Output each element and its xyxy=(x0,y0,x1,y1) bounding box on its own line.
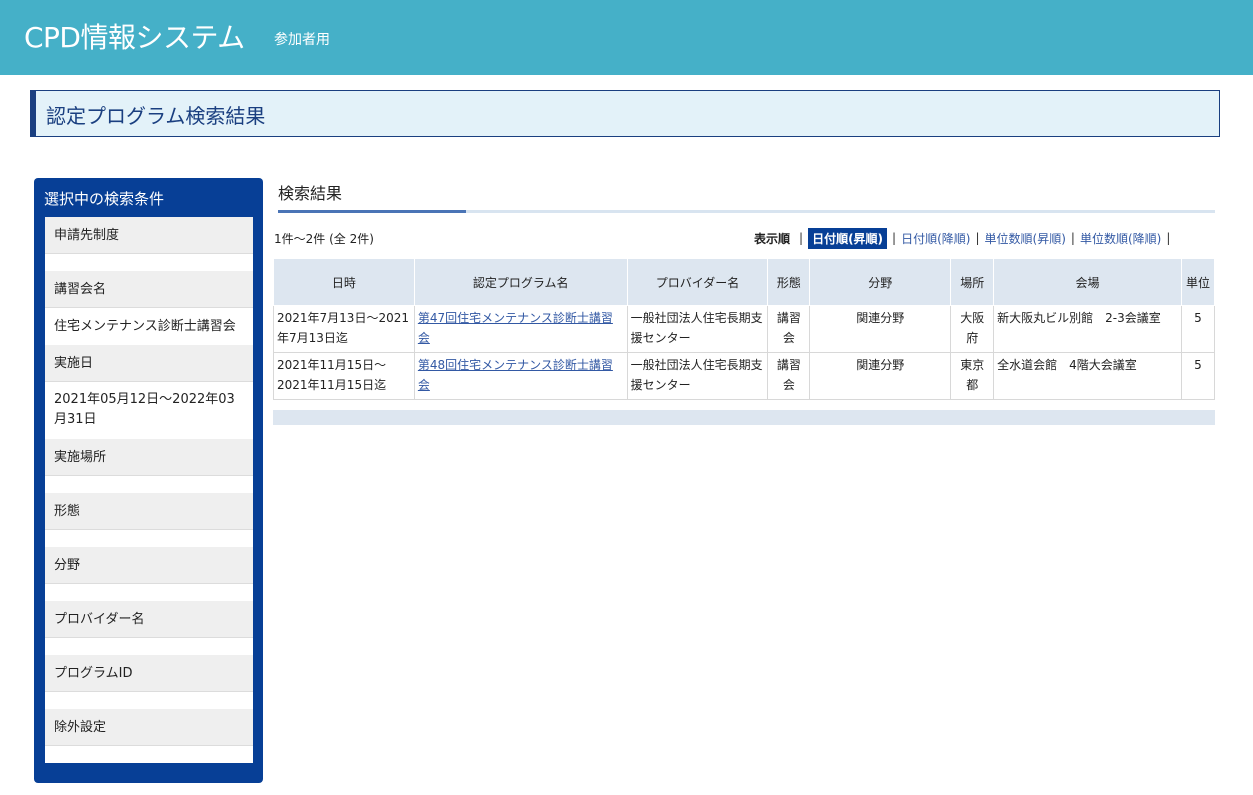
cell-field: 関連分野 xyxy=(809,305,952,353)
page-heading-box: 認定プログラム検索結果 xyxy=(30,90,1220,137)
cell-form: 講習会 xyxy=(767,305,811,353)
sort-units-asc[interactable]: 単位数順(昇順) xyxy=(985,230,1066,247)
condition-value-system xyxy=(45,254,253,271)
results-table: 日時 認定プログラム名 プロバイダー名 形態 分野 場所 会場 単位 2021年… xyxy=(273,258,1216,400)
condition-label-course-name: 講習会名 xyxy=(45,271,253,308)
condition-value-field xyxy=(45,584,253,601)
table-row: 2021年11月15日～2021年11月15日迄 第48回住宅メンテナンス診断士… xyxy=(273,352,1216,400)
sort-date-asc[interactable]: 日付順(昇順) xyxy=(808,227,888,249)
col-provider[interactable]: プロバイダー名 xyxy=(626,258,769,306)
program-link[interactable]: 第48回住宅メンテナンス診断士講習会 xyxy=(418,358,613,392)
col-venue[interactable]: 会場 xyxy=(993,258,1182,306)
col-place[interactable]: 場所 xyxy=(950,258,995,306)
condition-value-exclusion xyxy=(45,746,253,763)
separator: | xyxy=(892,231,897,245)
cell-provider: 一般社団法人住宅長期支援センター xyxy=(626,352,769,400)
search-conditions-title: 選択中の検索条件 xyxy=(44,190,165,208)
sort-bar: 表示順 | 日付順(昇順) | 日付順(降順) | 単位数順(昇順) | 単位数… xyxy=(754,227,1175,249)
app-title: CPD情報システム xyxy=(24,21,245,54)
condition-label-location: 実施場所 xyxy=(45,439,253,476)
cell-provider: 一般社団法人住宅長期支援センター xyxy=(626,305,769,353)
condition-value-provider xyxy=(45,638,253,655)
condition-label-date: 実施日 xyxy=(45,345,253,382)
condition-label-system: 申請先制度 xyxy=(45,217,253,254)
sort-date-desc[interactable]: 日付順(降順) xyxy=(901,230,970,247)
separator: | xyxy=(1070,231,1075,245)
col-date[interactable]: 日時 xyxy=(273,258,415,306)
sort-units-desc[interactable]: 単位数順(降順) xyxy=(1080,230,1161,247)
condition-label-field: 分野 xyxy=(45,547,253,584)
separator: | xyxy=(1166,231,1171,245)
cell-program: 第48回住宅メンテナンス診断士講習会 xyxy=(413,352,628,400)
cell-date: 2021年11月15日～2021年11月15日迄 xyxy=(273,352,415,400)
col-field[interactable]: 分野 xyxy=(809,258,952,306)
sort-label: 表示順 xyxy=(754,231,791,246)
condition-value-date: 2021年05月12日～2022年03月31日 xyxy=(45,382,253,439)
condition-label-exclusion: 除外設定 xyxy=(45,709,253,746)
cell-field: 関連分野 xyxy=(809,352,952,400)
cell-venue: 全水道会館 4階大会議室 xyxy=(993,352,1182,400)
cell-program: 第47回住宅メンテナンス診断士講習会 xyxy=(413,305,628,353)
page-title: 認定プログラム検索結果 xyxy=(46,104,266,128)
cell-place: 大阪府 xyxy=(950,305,995,353)
app-subtitle: 参加者用 xyxy=(274,32,330,48)
cell-units: 5 xyxy=(1180,305,1216,353)
cell-place: 東京都 xyxy=(950,352,995,400)
separator: | xyxy=(799,231,804,245)
col-program[interactable]: 認定プログラム名 xyxy=(413,258,628,306)
cell-units: 5 xyxy=(1180,352,1216,400)
col-units[interactable]: 単位 xyxy=(1180,258,1216,306)
results-underline-active xyxy=(278,210,466,213)
condition-label-provider: プロバイダー名 xyxy=(45,601,253,638)
pager-bar xyxy=(273,410,1215,425)
table-header-row: 日時 認定プログラム名 プロバイダー名 形態 分野 場所 会場 単位 xyxy=(273,258,1216,306)
table-row: 2021年7月13日～2021年7月13日迄 第47回住宅メンテナンス診断士講習… xyxy=(273,305,1216,353)
separator: | xyxy=(975,231,980,245)
col-form[interactable]: 形態 xyxy=(767,258,811,306)
cell-venue: 新大阪丸ビル別館 2-3会議室 xyxy=(993,305,1182,353)
condition-value-course-name: 住宅メンテナンス診断士講習会 xyxy=(45,308,253,345)
cell-form: 講習会 xyxy=(767,352,811,400)
results-title: 検索結果 xyxy=(278,184,343,203)
cell-date: 2021年7月13日～2021年7月13日迄 xyxy=(273,305,415,353)
results-underline xyxy=(278,210,1215,213)
program-link[interactable]: 第47回住宅メンテナンス診断士講習会 xyxy=(418,311,613,345)
condition-label-program-id: プログラムID xyxy=(45,655,253,692)
result-count: 1件～2件 (全 2件) xyxy=(274,232,374,246)
condition-value-program-id xyxy=(45,692,253,709)
condition-value-location xyxy=(45,476,253,493)
app-header: CPD情報システム 参加者用 xyxy=(0,0,1253,75)
condition-value-form xyxy=(45,530,253,547)
condition-label-form: 形態 xyxy=(45,493,253,530)
